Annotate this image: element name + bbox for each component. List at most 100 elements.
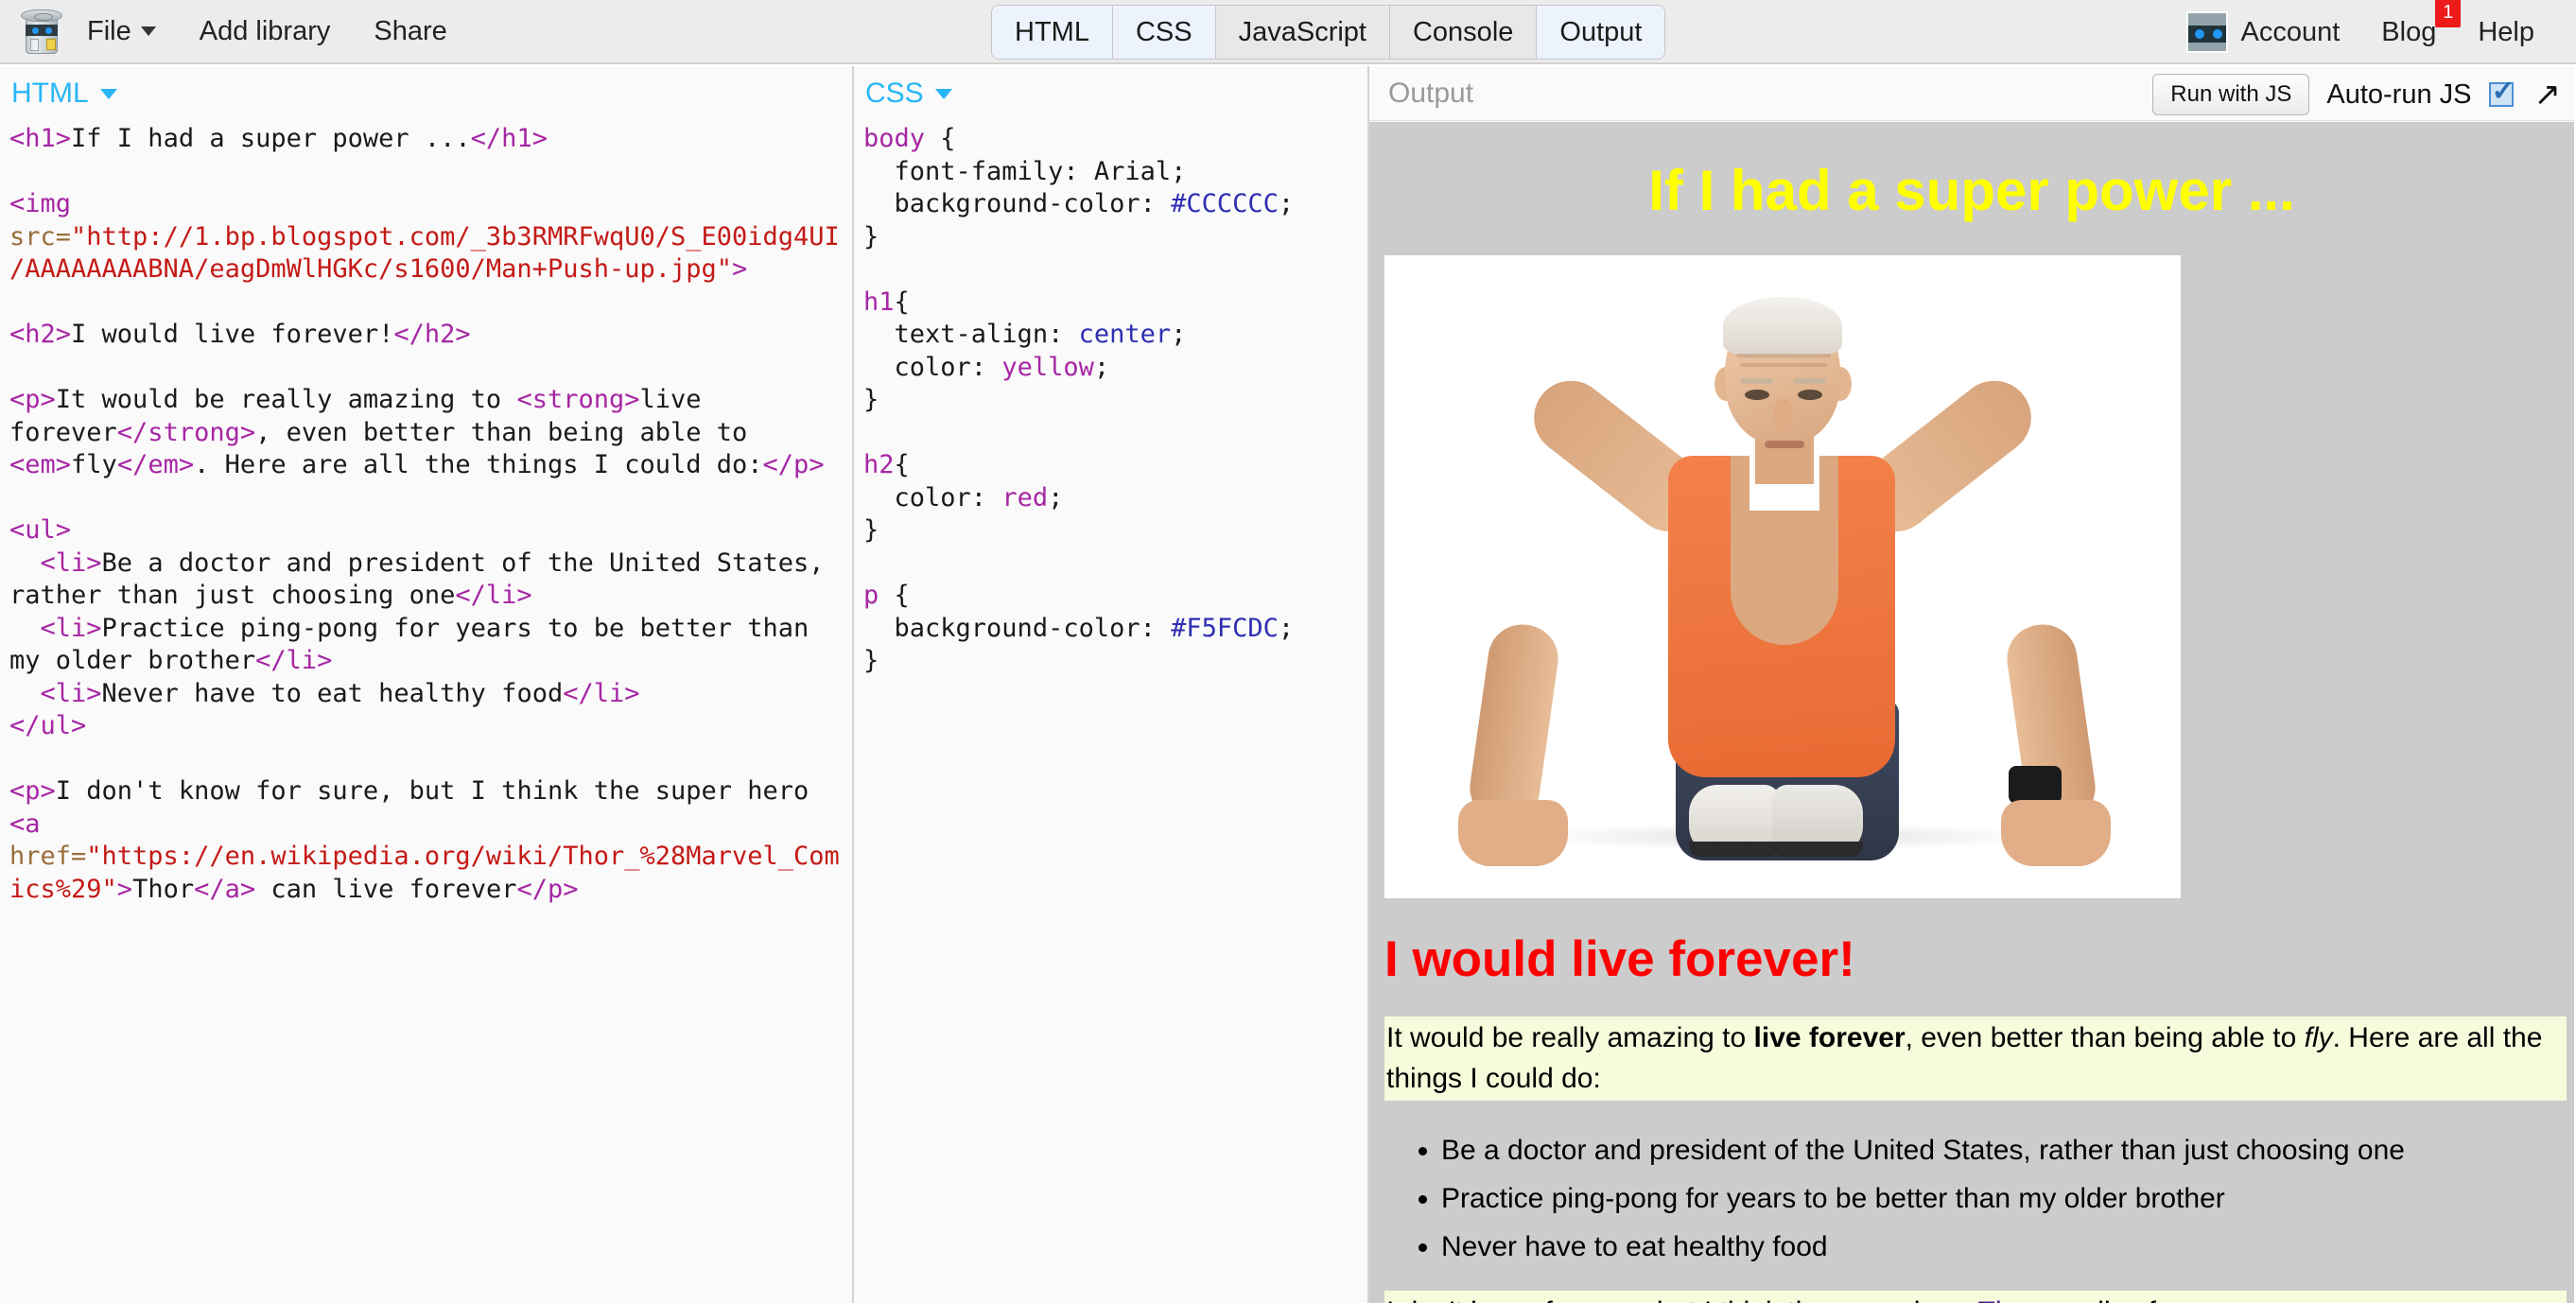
tab-html[interactable]: HTML [992,6,1113,59]
run-with-js-button[interactable]: Run with JS [2152,74,2309,115]
code-token: Arial [1094,157,1171,186]
chevron-down-icon[interactable] [100,89,117,99]
pushup-mouth [1765,441,1804,448]
auto-run-js-label: Auto-run JS [2326,79,2471,111]
code-token: text-align: [863,320,1079,349]
code-token: { [895,450,910,479]
pushup-brow-left [1741,378,1773,384]
html-editor-panel: HTML <h1>If I had a super power ...</h1>… [0,66,854,1303]
account-avatar-icon[interactable] [2186,11,2228,53]
code-token: background-color: [863,614,1171,643]
chevron-down-icon[interactable] [935,89,952,99]
html-code-editor[interactable]: <h1>If I had a super power ...</h1> <img… [0,110,852,906]
code-token: , even better than being able to [255,418,762,447]
pushup-nose [1774,399,1793,431]
code-token: </strong> [117,418,255,447]
account-link[interactable]: Account [2241,17,2341,48]
expand-arrow-icon[interactable]: ↗ [2534,78,2562,111]
code-token: I don't know for sure, but I think the s… [56,776,825,806]
code-token: <a [9,809,56,839]
blog-link[interactable]: Blog 1 [2381,17,2436,48]
pushup-sole-left [1689,842,1780,857]
code-token: <em> [9,450,71,479]
code-token: </p> [516,875,578,904]
jsbin-robot-icon[interactable] [21,8,62,55]
avatar-eye-left [2195,29,2204,39]
pushup-hand-right [2001,800,2111,866]
code-token: It would be really amazing to [56,385,517,414]
output-panel-header: Output Run with JS Auto-run JS ↗ [1369,66,2574,121]
pushup-eye-left [1745,390,1769,400]
menu-file[interactable]: File [87,16,156,47]
help-link[interactable]: Help [2478,17,2534,48]
code-token: </li> [563,679,639,708]
tab-javascript[interactable]: JavaScript [1216,6,1390,59]
preview-paragraph-1: It would be really amazing to live forev… [1384,1016,2567,1101]
code-token: Be a doctor and president of the United … [9,548,840,611]
robot-lid [21,9,62,22]
auto-run-js-checkbox[interactable] [2489,82,2514,107]
preview-list: Be a doctor and president of the United … [1384,1129,2574,1268]
pushup-eye-right [1798,390,1822,400]
code-token: src= [9,222,71,252]
editor-panels: HTML <h1>If I had a super power ...</h1>… [0,66,2576,1303]
list-item: Be a doctor and president of the United … [1441,1129,2574,1172]
code-token: center [1079,320,1172,349]
code-token: can live forever [255,875,516,904]
code-token: red [1001,483,1048,513]
menu-add-library[interactable]: Add library [200,16,331,47]
pushup-wristwatch [2009,766,2062,804]
blog-link-label: Blog [2381,17,2436,47]
robot-badge [46,39,56,50]
code-token: </h2> [393,320,470,349]
blog-notification-badge: 1 [2435,0,2461,27]
pushup-sole-right [1772,842,1863,857]
preview-p1-text-2: , even better than being able to [1906,1022,2305,1053]
code-token: ; [1094,353,1109,382]
code-token: font-family: [863,157,1094,186]
code-token: href= [9,842,86,871]
code-token: ; [1279,614,1294,643]
menu-share[interactable]: Share [374,16,446,47]
code-token: <strong> [516,385,639,414]
preview-p2-text-1: I don't know for sure, but I think the s… [1386,1296,1978,1303]
code-token: "http://1.bp.blogspot.com/_3b3RMRFwqU0/S… [9,222,840,285]
preview-p1-em: fly [2305,1022,2333,1053]
thor-link[interactable]: Thor [1978,1296,2037,1303]
pushup-forehead-wrinkle-2 [1740,363,1827,367]
css-editor-panel: CSS body { font-family: Arial; backgroun… [854,66,1369,1303]
code-token: } [863,646,879,675]
code-token: > [732,254,747,284]
output-preview-frame[interactable]: If I had a super power ... [1369,122,2574,1303]
tab-css[interactable]: CSS [1113,6,1216,59]
code-token: #CCCCCC [1171,189,1279,218]
code-token: fly [71,450,117,479]
html-panel-title: HTML [11,78,89,110]
code-token: } [863,222,879,252]
css-code-editor[interactable]: body { font-family: Arial; background-co… [854,110,1367,678]
code-token: p [863,581,879,610]
code-token: If I had a super power ... [71,124,471,153]
robot-panel [30,39,39,51]
tab-output[interactable]: Output [1537,6,1664,59]
code-token: <p> [9,776,56,806]
code-token: <ul> [9,515,71,545]
preview-image [1384,255,2181,898]
preview-p1-strong: live forever [1754,1022,1906,1053]
code-token: } [863,515,879,545]
code-token: #F5FCDC [1171,614,1279,643]
code-token: h2 [863,450,895,479]
tab-console[interactable]: Console [1390,6,1537,59]
output-panel-controls: Run with JS Auto-run JS ↗ [2152,74,2561,115]
pushup-hair [1723,297,1842,356]
preview-p1-text-1: It would be really amazing to [1386,1022,1754,1053]
code-token: background-color: [863,189,1171,218]
css-panel-header[interactable]: CSS [854,66,952,110]
html-panel-header[interactable]: HTML [0,66,117,110]
preview-heading-2: I would live forever! [1384,930,2574,988]
output-panel-title: Output [1388,78,1473,110]
robot-eye-right [45,27,52,34]
code-token: . Here are all the things I could do: [194,450,762,479]
code-token: ; [1048,483,1063,513]
pushup-forearm-left [1466,620,1563,826]
